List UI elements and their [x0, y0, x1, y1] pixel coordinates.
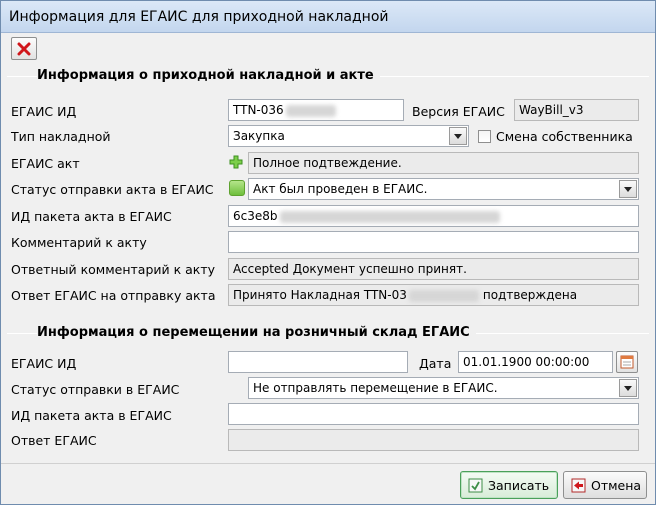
transfer-reply-field: [228, 429, 639, 451]
redacted-text: [408, 289, 479, 302]
transfer-egais-id-field[interactable]: [228, 351, 408, 373]
send-status-value: Не отправлять перемещение в ЕГАИС.: [253, 381, 498, 395]
date-label: Дата: [419, 356, 452, 371]
act-comment-label: Комментарий к акту: [11, 235, 147, 250]
plus-icon[interactable]: [229, 155, 243, 169]
owner-change-checkbox[interactable]: [478, 130, 491, 143]
cancel-button-label: Отмена: [591, 478, 642, 493]
invoice-section-title: Информация о приходной накладной и акте: [37, 68, 380, 83]
egais-version-field: WayBill_v3: [514, 99, 639, 121]
egais-reply-label: Ответ ЕГАИС на отправку акта: [11, 288, 216, 303]
act-package-value: 6c3e8b: [233, 209, 278, 223]
date-field[interactable]: 01.01.1900 00:00:00: [458, 351, 613, 373]
transfer-package-field[interactable]: [228, 403, 639, 425]
chevron-down-icon[interactable]: [619, 379, 637, 397]
egais-id-value: TTN-036: [233, 103, 284, 117]
egais-id-label: ЕГАИС ИД: [11, 104, 77, 119]
egais-reply-field: Принято Накладная TTN-03 подтверждена: [228, 284, 639, 306]
egais-act-label: ЕГАИС акт: [11, 156, 80, 171]
cancel-button[interactable]: Отмена: [563, 471, 647, 499]
transfer-package-label: ИД пакета акта в ЕГАИС: [11, 408, 172, 423]
footer-divider: [1, 463, 655, 464]
cancel-icon: [571, 478, 586, 493]
invoice-type-label: Тип накладной: [11, 129, 111, 144]
red-x-icon: [17, 42, 31, 56]
status-ok-icon: [229, 180, 245, 196]
chevron-down-icon[interactable]: [449, 127, 467, 145]
redacted-text: [285, 104, 336, 117]
egais-reply-suffix: подтверждена: [482, 288, 578, 302]
act-package-field[interactable]: 6c3e8b: [228, 205, 639, 227]
act-status-select[interactable]: Акт был проведен в ЕГАИС.: [248, 178, 639, 200]
chevron-down-icon[interactable]: [619, 180, 637, 198]
act-status-label: Статус отправки акта в ЕГАИС: [11, 182, 214, 197]
invoice-type-select[interactable]: Закупка: [228, 125, 469, 147]
egais-act-field: Полное подтвеждение.: [248, 152, 639, 174]
save-icon: [468, 478, 483, 493]
delete-button[interactable]: [11, 37, 37, 60]
send-status-label: Статус отправки в ЕГАИС: [11, 382, 180, 397]
act-comment-field[interactable]: [228, 231, 639, 253]
egais-id-field[interactable]: TTN-036: [228, 99, 404, 121]
egais-reply-prefix: Принято Накладная TTN-03: [233, 288, 407, 302]
transfer-egais-id-label: ЕГАИС ИД: [11, 356, 77, 371]
act-status-value: Акт был проведен в ЕГАИС.: [253, 182, 428, 196]
transfer-reply-label: Ответ ЕГАИС: [11, 433, 97, 448]
dialog-window: Информация для ЕГАИС для приходной накла…: [0, 0, 656, 505]
window-title: Информация для ЕГАИС для приходной накла…: [9, 9, 389, 25]
title-bar: Информация для ЕГАИС для приходной накла…: [1, 1, 655, 33]
reply-comment-field: Accepted Документ успешно принят.: [228, 258, 639, 280]
calendar-button[interactable]: [616, 351, 638, 373]
redacted-text: [279, 210, 500, 223]
save-button[interactable]: Записать: [460, 471, 558, 499]
reply-comment-label: Ответный комментарий к акту: [11, 262, 216, 277]
egais-version-label: Версия ЕГАИС: [412, 104, 505, 119]
invoice-type-value: Закупка: [233, 129, 285, 143]
calendar-icon: [620, 355, 634, 369]
transfer-section-title: Информация о перемещении на розничный ск…: [37, 325, 476, 340]
save-button-label: Записать: [488, 478, 550, 493]
send-status-select[interactable]: Не отправлять перемещение в ЕГАИС.: [248, 377, 639, 399]
act-package-label: ИД пакета акта в ЕГАИС: [11, 209, 172, 224]
owner-change-label: Смена собственника: [496, 129, 633, 144]
